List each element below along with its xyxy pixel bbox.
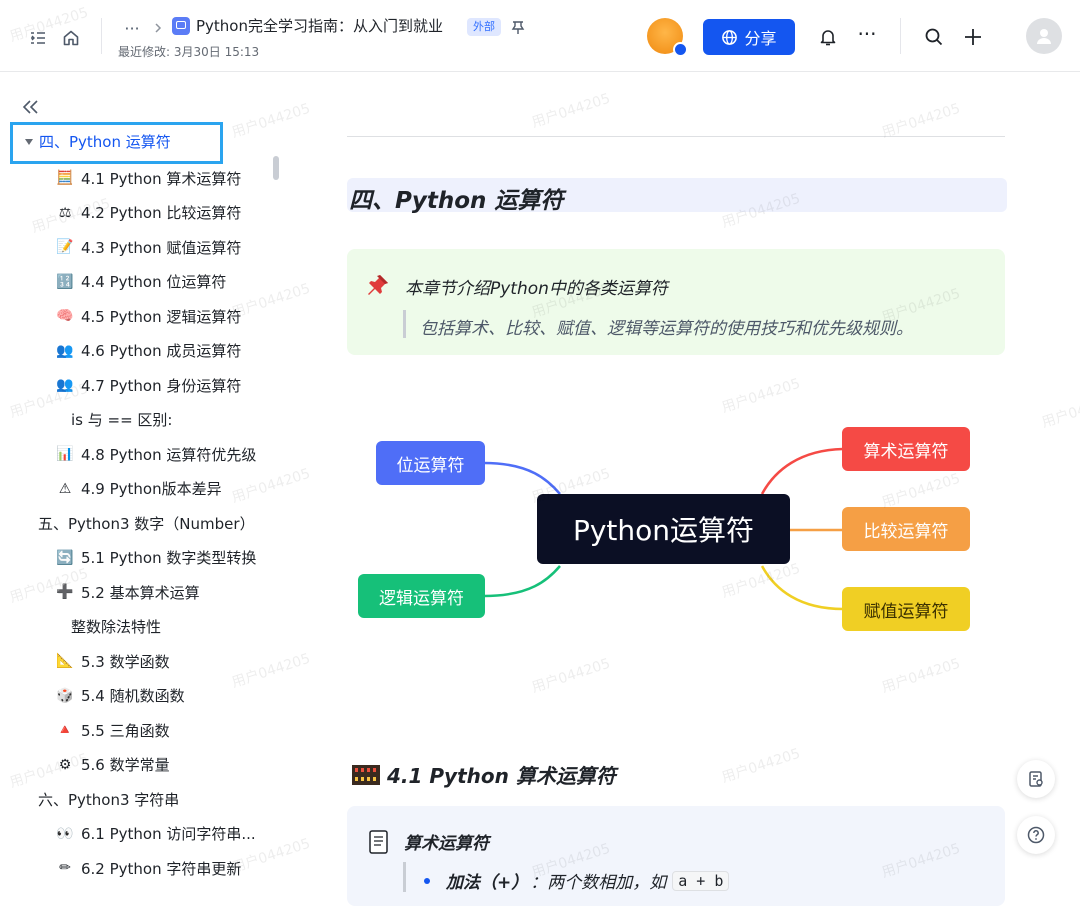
connector-bitwise bbox=[483, 461, 561, 495]
mindmap-node-arithmetic[interactable]: 算术运算符 bbox=[842, 427, 970, 471]
connector-arithmetic bbox=[760, 447, 844, 495]
floating-doc-button[interactable] bbox=[1017, 760, 1055, 798]
mindmap-root[interactable]: Python运算符 bbox=[537, 494, 790, 564]
mindmap-node-bitwise[interactable]: 位运算符 bbox=[376, 441, 485, 485]
section-heading-text: 4.1 Python 算术运算符 bbox=[387, 764, 616, 788]
mindmap-node-logical[interactable]: 逻辑运算符 bbox=[358, 574, 485, 618]
abacus-icon bbox=[351, 764, 381, 786]
list-item: 加法（+） ：两个数相加，如 a + b bbox=[424, 868, 730, 893]
help-button[interactable] bbox=[1017, 816, 1055, 854]
quote-bar bbox=[403, 862, 406, 892]
bullet-bold: 加法（+） bbox=[446, 873, 529, 893]
inline-code: a + b bbox=[672, 870, 730, 891]
mindmap-node-assignment[interactable]: 赋值运算符 bbox=[842, 587, 970, 631]
bullet-text: ：两个数相加，如 bbox=[530, 873, 667, 893]
mindmap-node-comparison[interactable]: 比较运算符 bbox=[842, 507, 970, 551]
bullet-dot bbox=[424, 877, 430, 884]
connector-logical bbox=[483, 565, 561, 598]
connector-assignment bbox=[760, 565, 844, 611]
section-heading: 4.1 Python 算术运算符 bbox=[351, 760, 616, 789]
card-title: 算术运算符 bbox=[404, 834, 489, 854]
scroll-document-icon bbox=[367, 829, 391, 855]
